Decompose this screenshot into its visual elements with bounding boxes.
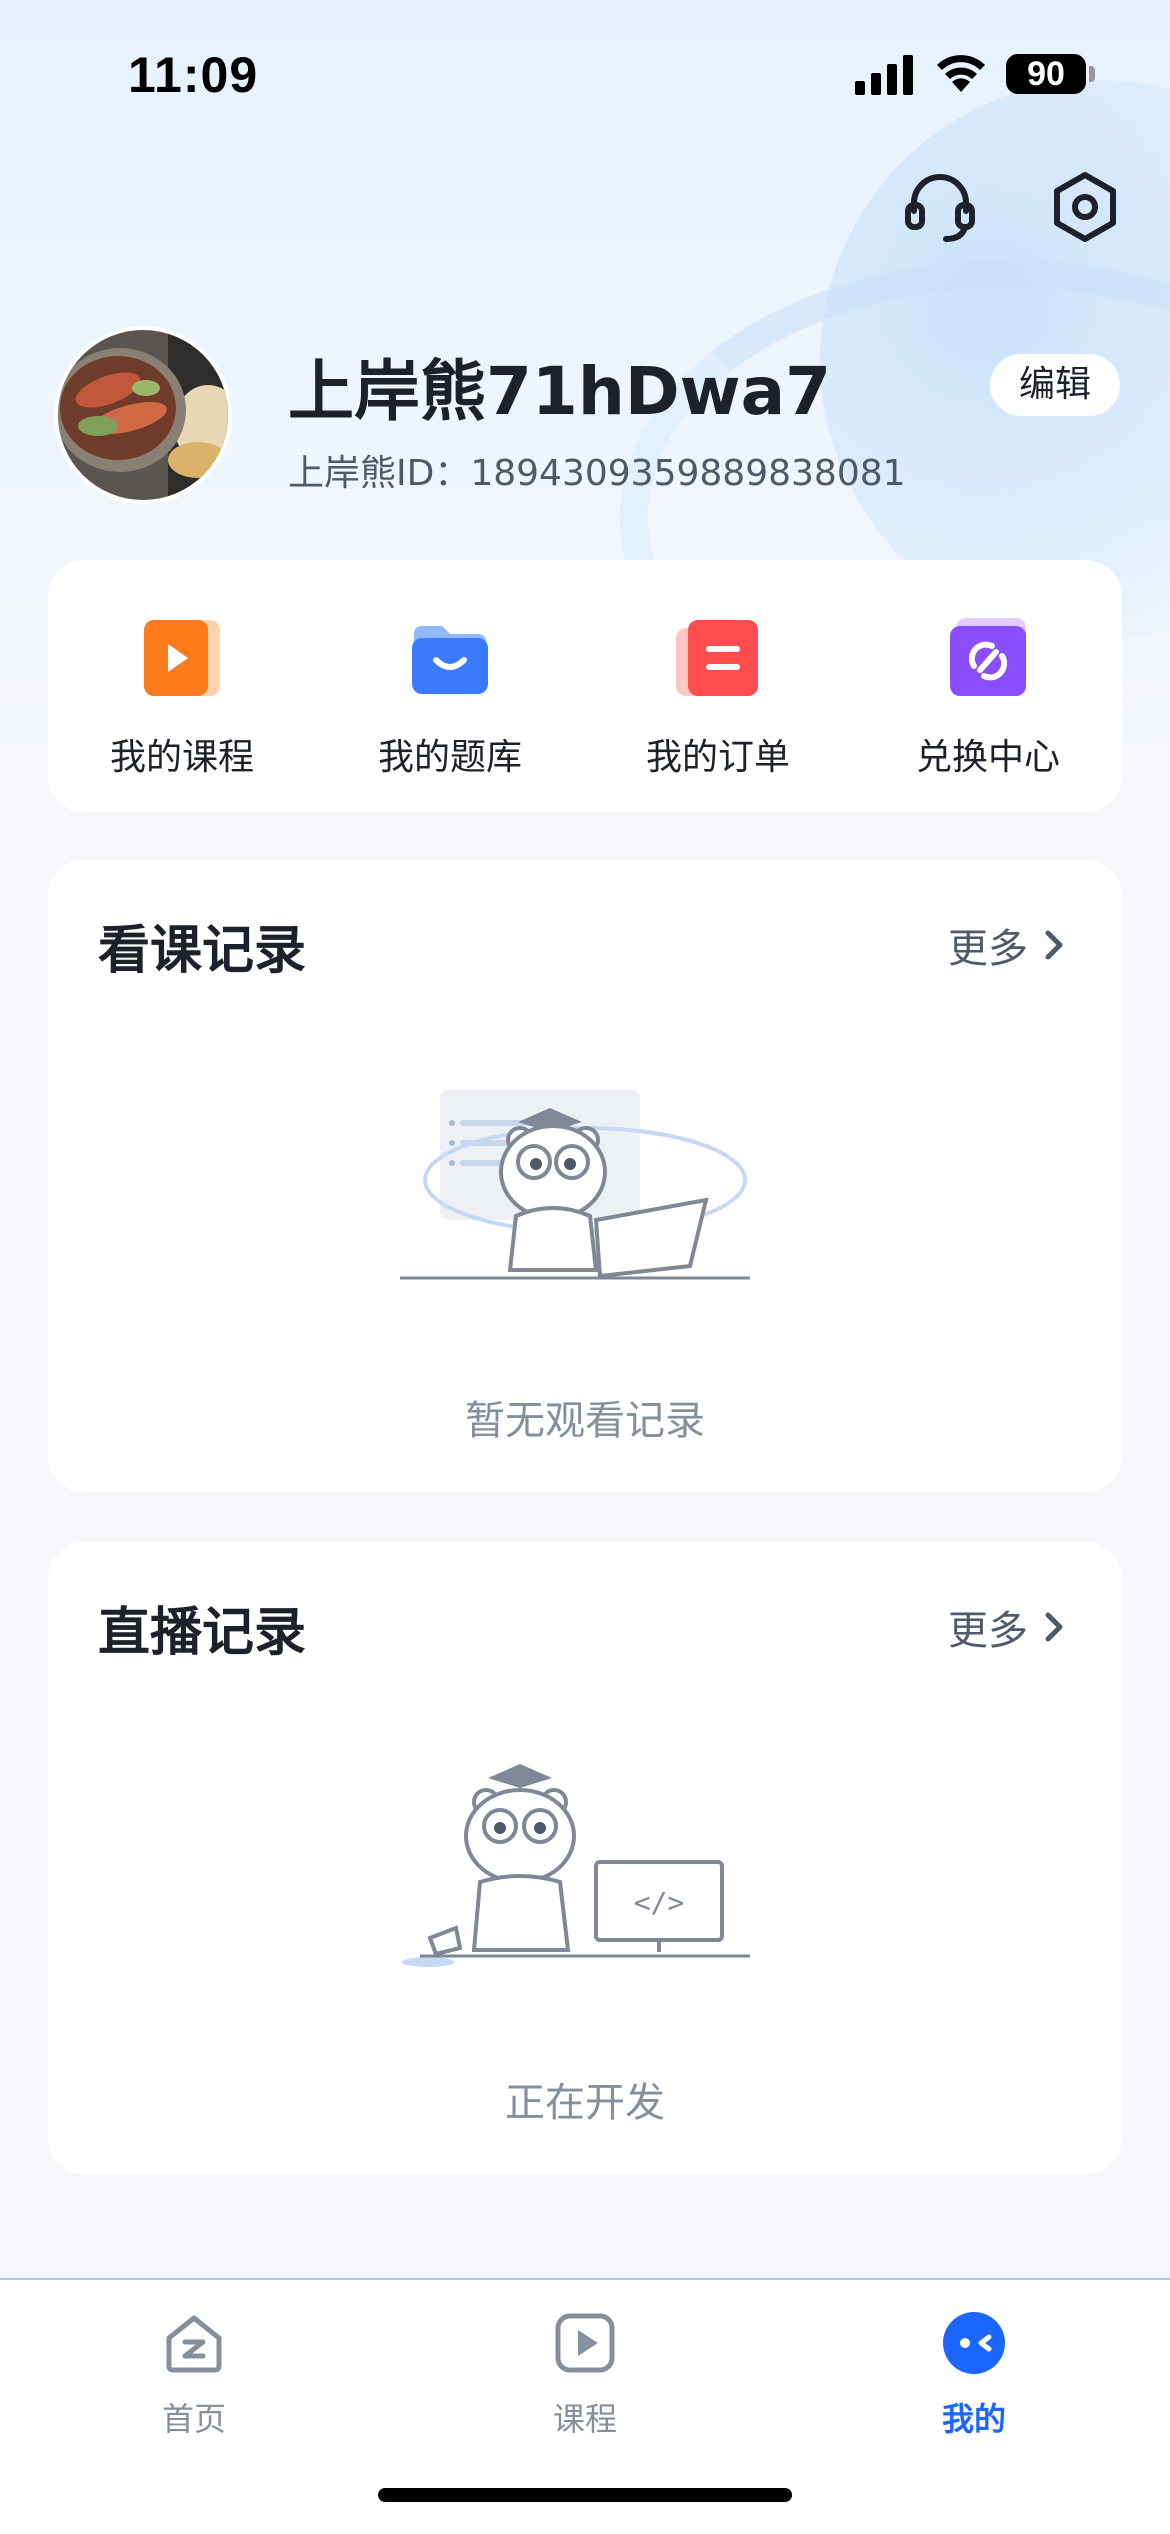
quick-actions-card: 我的课程 我的题库 我的订单 兑换中心: [48, 560, 1122, 812]
live-record-empty-text: 正在开发: [505, 2080, 665, 2126]
order-icon: [676, 620, 758, 696]
watch-record-card: 看课记录 更多 暂无观看记录: [48, 860, 1122, 1492]
live-record-title: 直播记录: [98, 1603, 307, 1663]
watch-record-empty-text: 暂无观看记录: [465, 1398, 705, 1444]
folder-icon: [412, 626, 488, 694]
user-id-row: 上岸熊ID：1894309359889838081: [288, 444, 906, 496]
signal-icon: [855, 55, 913, 95]
tab-label: 课程: [552, 2400, 617, 2438]
battery-tip: [1089, 66, 1095, 82]
settings-icon[interactable]: [1045, 167, 1125, 247]
quick-action-my-orders[interactable]: 我的订单: [584, 560, 852, 812]
status-bar: 11:09 90: [0, 0, 1170, 150]
battery-indicator: 90: [1006, 54, 1086, 94]
course-play-icon: [555, 2313, 615, 2373]
tab-home[interactable]: 首页: [94, 2310, 294, 2450]
more-label: 更多: [948, 1608, 1028, 1654]
wifi-icon: [937, 55, 985, 92]
chevron-right-icon: [1045, 1612, 1063, 1642]
watch-record-title: 看课记录: [98, 921, 307, 981]
more-label: 更多: [948, 926, 1028, 972]
tab-label: 首页: [161, 2400, 226, 2438]
quick-action-my-courses[interactable]: 我的课程: [48, 560, 316, 812]
tab-label: 我的: [941, 2400, 1006, 2438]
chevron-right-icon: [1045, 930, 1063, 960]
quick-action-label: 兑换中心: [915, 737, 1060, 778]
quick-action-label: 我的课程: [109, 737, 254, 778]
status-time: 11:09: [128, 47, 259, 103]
quick-action-label: 我的订单: [645, 737, 790, 778]
exchange-icon: [950, 618, 1026, 696]
username: 上岸熊71hDwa7: [288, 353, 832, 430]
user-id-label: 上岸熊ID：: [288, 453, 471, 494]
play-icon: [144, 620, 220, 696]
headset-icon[interactable]: [900, 167, 980, 247]
user-id-value: 1894309359889838081: [470, 453, 906, 494]
quick-action-label: 我的题库: [377, 737, 522, 778]
avatar-photo: [58, 330, 228, 500]
avatar[interactable]: [58, 330, 228, 500]
watch-record-more-link[interactable]: 更多: [948, 916, 1066, 974]
edit-profile-button[interactable]: 编辑: [990, 354, 1120, 416]
empty-bear-laptop-illustration: [400, 1090, 750, 1280]
profile-face-icon: [943, 2312, 1005, 2374]
live-record-more-link[interactable]: 更多: [948, 1598, 1066, 1656]
quick-action-exchange-center[interactable]: 兑换中心: [854, 560, 1122, 812]
home-icon: [166, 2315, 222, 2373]
quick-action-my-question-bank[interactable]: 我的题库: [316, 560, 584, 812]
svg-text:</>: </>: [634, 1886, 685, 1919]
tab-courses[interactable]: 课程: [485, 2310, 685, 2450]
home-indicator: [378, 2488, 792, 2502]
tab-mine[interactable]: 我的: [874, 2310, 1074, 2450]
developing-bear-computer-illustration: </>: [402, 1764, 750, 1967]
live-record-card: 直播记录 更多 </> 正在开发: [48, 1542, 1122, 2174]
